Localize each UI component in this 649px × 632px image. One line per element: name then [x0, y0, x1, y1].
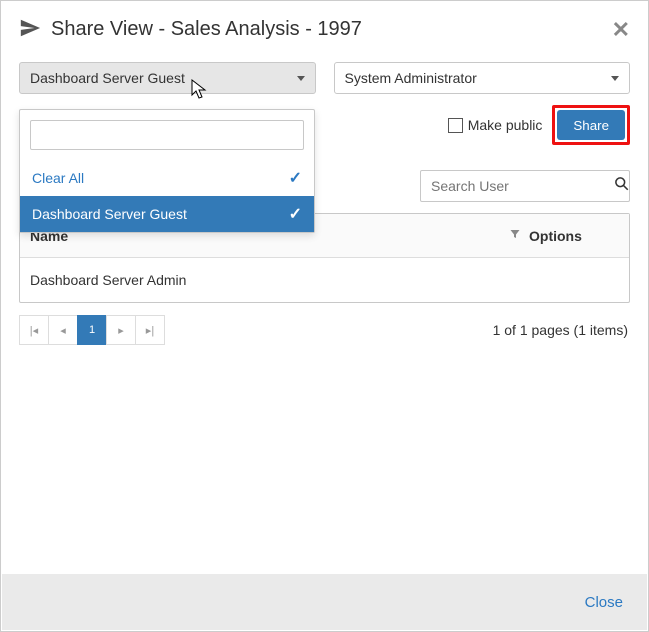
- close-button[interactable]: Close: [585, 594, 623, 611]
- checkbox-icon: [448, 118, 463, 133]
- share-highlight: Share: [552, 105, 630, 145]
- dropdown-clear-all[interactable]: Clear All ✓: [20, 160, 314, 196]
- pager: |◂ ◂ 1 ▸ ▸|: [19, 315, 164, 345]
- chevron-down-icon: [297, 76, 305, 81]
- dialog-title: Share View - Sales Analysis - 1997: [51, 18, 362, 41]
- col-header-options[interactable]: Options: [529, 228, 582, 244]
- search-icon[interactable]: [614, 176, 629, 196]
- pager-last[interactable]: ▸|: [135, 315, 165, 345]
- pager-info: 1 of 1 pages (1 items): [493, 322, 630, 338]
- chevron-down-icon: [611, 76, 619, 81]
- check-icon: ✓: [289, 168, 302, 188]
- pager-page-1[interactable]: 1: [77, 315, 107, 345]
- make-public-label: Make public: [468, 117, 543, 133]
- guest-dropdown-panel: Clear All ✓ Dashboard Server Guest ✓: [19, 109, 315, 233]
- role-select-label: System Administrator: [345, 70, 477, 86]
- dropdown-item-label: Dashboard Server Guest: [32, 206, 187, 222]
- dialog-footer: Close: [2, 574, 647, 630]
- dropdown-search-input[interactable]: [31, 121, 303, 149]
- make-public-checkbox[interactable]: Make public: [448, 117, 543, 133]
- guest-select[interactable]: Dashboard Server Guest: [19, 62, 316, 94]
- pager-prev[interactable]: ◂: [48, 315, 78, 345]
- filter-icon[interactable]: [509, 228, 521, 243]
- share-button[interactable]: Share: [557, 110, 625, 140]
- pager-next[interactable]: ▸: [106, 315, 136, 345]
- guest-select-label: Dashboard Server Guest: [30, 70, 185, 86]
- role-select[interactable]: System Administrator: [334, 62, 631, 94]
- table-row[interactable]: Dashboard Server Admin: [20, 258, 629, 302]
- check-icon: ✓: [289, 204, 302, 224]
- share-button-label: Share: [573, 118, 609, 133]
- share-icon: [19, 17, 41, 42]
- pager-first[interactable]: |◂: [19, 315, 49, 345]
- search-user-field[interactable]: [420, 170, 630, 202]
- search-input[interactable]: [429, 177, 614, 195]
- dropdown-item-guest[interactable]: Dashboard Server Guest ✓: [20, 196, 314, 232]
- close-button-label: Close: [585, 594, 623, 611]
- pager-current-label: 1: [89, 324, 95, 336]
- row-name: Dashboard Server Admin: [20, 272, 499, 288]
- dropdown-clear-label: Clear All: [32, 170, 84, 186]
- dropdown-search[interactable]: [30, 120, 304, 150]
- close-icon[interactable]: ✕: [612, 19, 630, 41]
